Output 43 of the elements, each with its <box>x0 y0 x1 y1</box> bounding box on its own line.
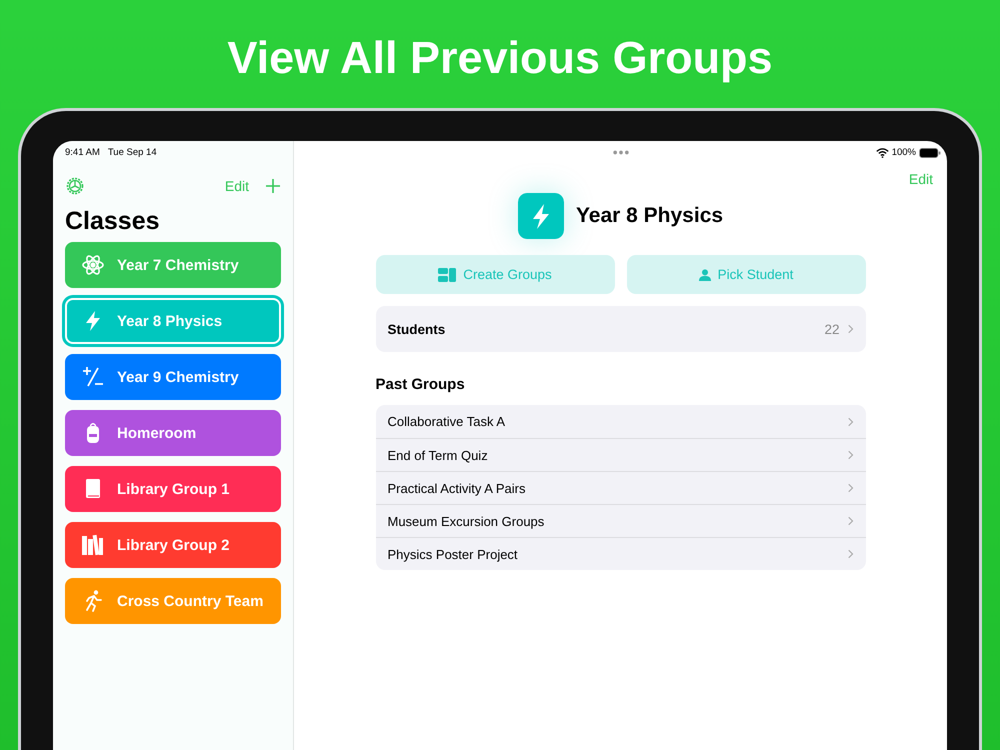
action-button[interactable]: Pick Student <box>626 255 866 294</box>
class-item[interactable]: Library Group 2 <box>65 522 281 568</box>
status-date: Tue Sep 14 <box>108 147 157 160</box>
students-row[interactable]: Students 22 <box>376 306 866 352</box>
battery-percent: 100% <box>892 147 916 158</box>
chevron-icon <box>848 324 854 334</box>
class-item[interactable]: Homeroom <box>65 410 281 456</box>
books-icon <box>81 533 105 557</box>
person-icon <box>698 268 711 280</box>
class-item[interactable]: Year 7 Chemistry <box>65 242 281 288</box>
action-button[interactable]: Create Groups <box>376 255 614 294</box>
group-row[interactable]: End of Term Quiz <box>376 438 866 471</box>
section-heading: Past Groups <box>376 376 466 393</box>
students-count: 22 <box>824 322 840 336</box>
chevron-icon <box>848 416 854 426</box>
chevron-icon <box>848 549 854 559</box>
group-row[interactable]: Practical Activity A Pairs <box>376 471 866 504</box>
plusminus-icon <box>81 365 105 389</box>
more-dots-icon[interactable] <box>612 150 630 154</box>
sidebar-title: Classes <box>65 207 161 236</box>
atom-icon <box>81 253 105 277</box>
class-item[interactable]: Year 8 Physics <box>65 298 281 344</box>
chevron-icon <box>848 516 854 526</box>
group-row[interactable]: Museum Excursion Groups <box>376 504 866 537</box>
battery-icon <box>919 148 941 158</box>
settings-icon[interactable] <box>65 176 85 196</box>
chevron-icon <box>848 450 854 460</box>
groups-icon <box>438 268 456 282</box>
class-title: Year 8 Physics <box>576 204 724 228</box>
edit-button[interactable]: Edit <box>224 178 249 194</box>
bolt-icon <box>518 193 564 239</box>
status-time: 9:41 AM <box>65 147 100 160</box>
chevron-icon <box>848 483 854 493</box>
class-item[interactable]: Library Group 1 <box>65 466 281 512</box>
group-row[interactable]: Physics Poster Project <box>376 537 866 570</box>
wifi-icon <box>876 148 889 158</box>
group-row[interactable]: Collaborative Task A <box>376 405 866 438</box>
add-icon[interactable] <box>265 178 281 194</box>
headline: View All Previous Groups <box>227 31 773 85</box>
class-item[interactable]: Cross Country Team <box>65 578 281 624</box>
students-label: Students <box>388 322 446 336</box>
class-item[interactable]: Year 9 Chemistry <box>65 354 281 400</box>
edit-button[interactable]: Edit <box>908 171 933 193</box>
